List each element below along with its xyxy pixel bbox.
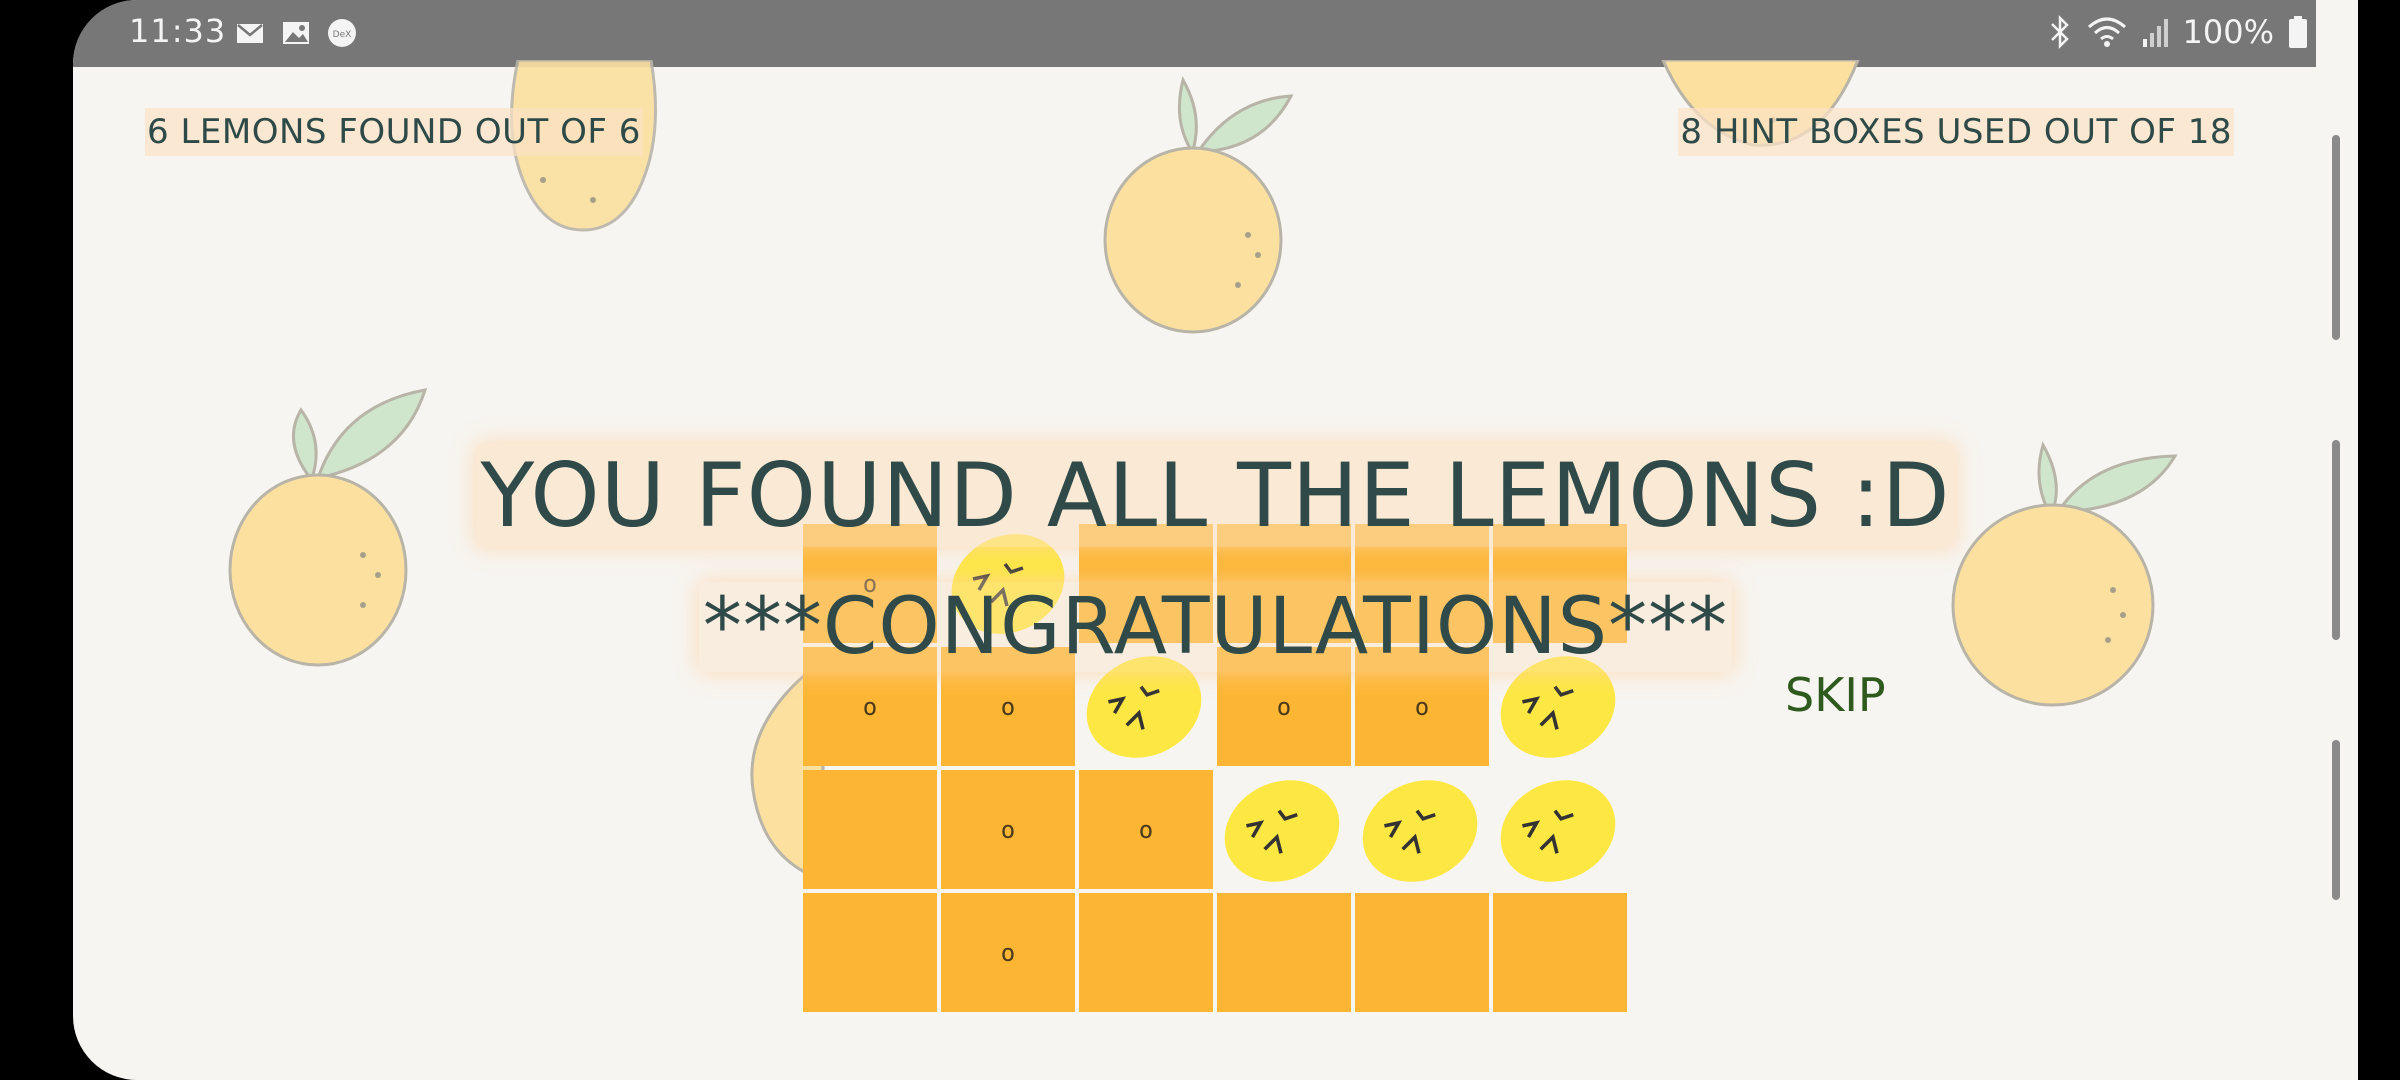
grid-cell[interactable]: o — [941, 770, 1075, 889]
grid-cell[interactable] — [803, 893, 937, 1012]
game-screen: 11:33 DeX 100% 6 LEMONS FOUND OUT OF 6 8… — [73, 0, 2358, 1080]
background-lemon-icon — [1103, 76, 1294, 334]
hint-mark: o — [862, 692, 878, 721]
grid-cell-lemon[interactable] — [1355, 770, 1489, 889]
hint-mark: o — [1000, 815, 1016, 844]
skip-button[interactable]: SKIP — [1785, 668, 1886, 722]
grid-cell[interactable] — [1355, 893, 1489, 1012]
device: 11:33 DeX 100% 6 LEMONS FOUND OUT OF 6 8… — [0, 0, 2400, 1080]
hint-mark: o — [1000, 692, 1016, 721]
grid-cell[interactable]: o — [941, 893, 1075, 1012]
win-title-text: YOU FOUND ALL THE LEMONS :D — [476, 444, 1955, 547]
hint-mark: o — [1000, 938, 1016, 967]
scroll-thumb — [2332, 135, 2340, 340]
battery-percentage: 100% — [2182, 13, 2274, 51]
hint-mark: o — [1414, 692, 1430, 721]
mail-icon — [237, 24, 263, 43]
image-icon — [283, 22, 309, 44]
battery-icon — [2289, 16, 2307, 48]
win-title: YOU FOUND ALL THE LEMONS :D — [73, 444, 2358, 547]
grid-cell[interactable]: o — [1079, 770, 1213, 889]
status-bar: 11:33 DeX 100% — [73, 0, 2358, 67]
congratulations-text: ***CONGRATULATIONS*** — [698, 582, 1733, 672]
scroll-indicator — [2316, 0, 2358, 1080]
grid-cell[interactable] — [803, 770, 937, 889]
congratulations-banner: ***CONGRATULATIONS*** — [73, 582, 2358, 672]
signal-icon — [2142, 19, 2168, 47]
grid-cell[interactable] — [1079, 893, 1213, 1012]
grid-cell-lemon[interactable] — [1493, 770, 1627, 889]
scroll-thumb — [2332, 440, 2340, 640]
dex-icon: DeX — [328, 19, 356, 47]
grid-cell-lemon[interactable] — [1217, 770, 1351, 889]
scroll-thumb — [2332, 740, 2340, 900]
lemons-found-counter: 6 LEMONS FOUND OUT OF 6 — [145, 108, 643, 156]
hint-mark: o — [1138, 815, 1154, 844]
status-right: 100% — [2047, 12, 2308, 52]
hint-mark: o — [1276, 692, 1292, 721]
bluetooth-icon — [2050, 15, 2069, 49]
grid-cell[interactable] — [1217, 893, 1351, 1012]
grid-cell[interactable] — [1493, 893, 1627, 1012]
svg-text:DeX: DeX — [333, 30, 352, 40]
status-time: 11:33 — [129, 12, 227, 50]
hint-boxes-counter: 8 HINT BOXES USED OUT OF 18 — [1678, 108, 2234, 156]
wifi-icon — [2087, 17, 2126, 47]
